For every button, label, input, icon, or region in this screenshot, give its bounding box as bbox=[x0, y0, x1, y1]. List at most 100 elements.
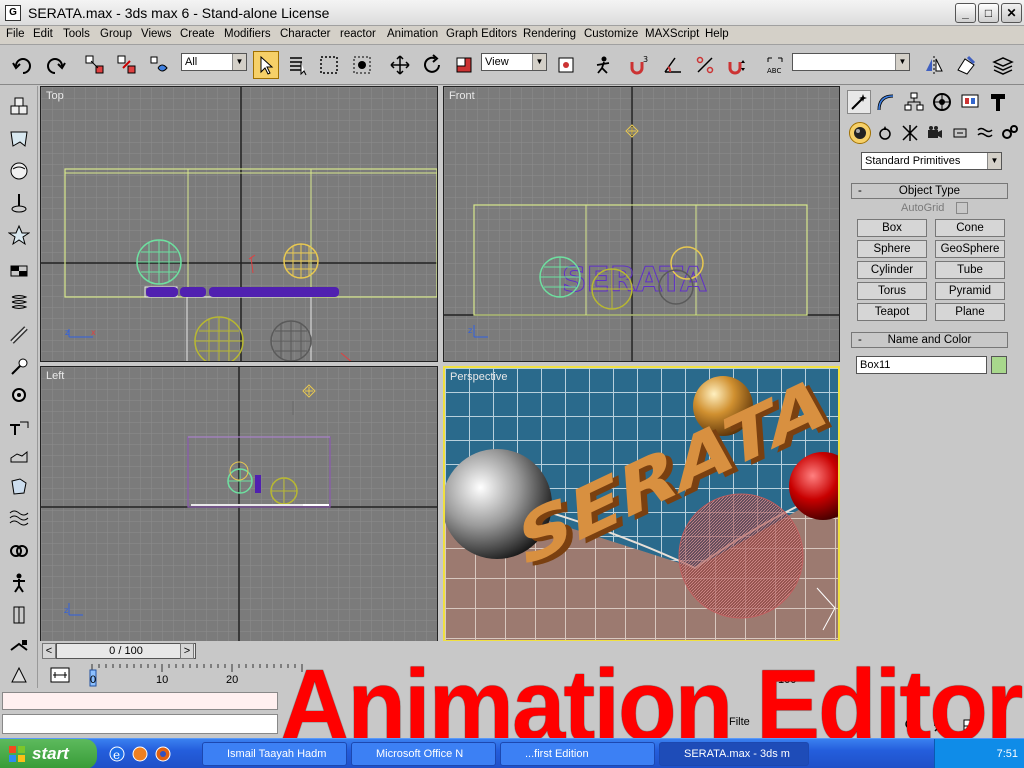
tube-button[interactable]: Tube bbox=[935, 261, 1005, 279]
tab-space-warps[interactable] bbox=[974, 122, 996, 144]
cloth-collection-button[interactable] bbox=[6, 126, 32, 152]
object-color-swatch[interactable] bbox=[991, 356, 1007, 374]
viewport-left[interactable]: z Left bbox=[40, 366, 438, 642]
viewport-front[interactable]: SERATA z Front bbox=[443, 86, 840, 362]
water-button[interactable] bbox=[6, 474, 32, 500]
minimize-button[interactable]: _ bbox=[955, 3, 976, 23]
torus-button[interactable]: Torus bbox=[857, 282, 927, 300]
select-manipulate-button[interactable] bbox=[590, 51, 616, 79]
maximize-button[interactable]: □ bbox=[978, 3, 999, 23]
hinge-button[interactable] bbox=[6, 570, 32, 596]
percent-snap-button[interactable] bbox=[692, 51, 718, 79]
tab-systems[interactable] bbox=[999, 122, 1021, 144]
plane-button[interactable]: Plane bbox=[935, 303, 1005, 321]
time-slider[interactable]: 0 / 100 bbox=[56, 643, 196, 659]
box-button[interactable]: Box bbox=[857, 219, 927, 237]
deforming-mesh-button[interactable] bbox=[6, 222, 32, 248]
menu-customize[interactable]: Customize bbox=[584, 28, 638, 40]
bind-space-warp-button[interactable] bbox=[146, 51, 172, 79]
edit-named-selection-button[interactable]: ABC bbox=[762, 51, 788, 79]
tab-helpers[interactable] bbox=[949, 122, 971, 144]
viewport-top[interactable]: z x Top bbox=[40, 86, 438, 362]
snaps-toggle-button[interactable]: 3 bbox=[626, 51, 652, 79]
spinner-snap-button[interactable] bbox=[724, 51, 750, 79]
tab-shapes[interactable] bbox=[874, 122, 896, 144]
plane-button[interactable] bbox=[6, 258, 32, 284]
object-type-rollout[interactable]: - Object Type bbox=[851, 183, 1008, 199]
window-crossing-button[interactable] bbox=[349, 51, 375, 79]
tab-utilities[interactable] bbox=[986, 90, 1010, 114]
object-name-field[interactable]: Box11 bbox=[856, 356, 987, 374]
undo-button[interactable] bbox=[10, 51, 36, 79]
ragdoll-button[interactable] bbox=[6, 538, 32, 564]
menu-views[interactable]: Views bbox=[141, 28, 171, 40]
constraint-solver-button[interactable] bbox=[6, 504, 32, 530]
soft-body-collection-button[interactable] bbox=[6, 158, 32, 184]
menu-tools[interactable]: Tools bbox=[63, 28, 90, 40]
sphere-button[interactable]: Sphere bbox=[857, 240, 927, 258]
selection-filter-dropdown[interactable]: All ▼ bbox=[181, 53, 247, 71]
pivot-point-button[interactable] bbox=[553, 51, 579, 79]
select-object-button[interactable] bbox=[253, 51, 279, 79]
reference-coordinate-dropdown[interactable]: View ▼ bbox=[481, 53, 547, 71]
viewport-perspective[interactable]: SERATA SERATA Perspective bbox=[443, 366, 840, 642]
unlink-button[interactable] bbox=[114, 51, 140, 79]
tab-create[interactable] bbox=[847, 90, 871, 114]
geosphere-button[interactable]: GeoSphere bbox=[935, 240, 1005, 258]
name-and-color-rollout[interactable]: - Name and Color bbox=[851, 332, 1008, 348]
maxscript-listener-mini[interactable] bbox=[2, 692, 278, 710]
redo-button[interactable] bbox=[42, 51, 68, 79]
curve-editor-icon[interactable] bbox=[50, 666, 70, 684]
menu-help[interactable]: Help bbox=[705, 28, 729, 40]
time-prev-button[interactable]: < bbox=[42, 643, 56, 659]
spring-button[interactable] bbox=[6, 290, 32, 316]
internet-explorer-icon[interactable]: e bbox=[108, 745, 126, 763]
cone-button[interactable]: Cone bbox=[935, 219, 1005, 237]
viewport-label-left[interactable]: Left bbox=[46, 370, 64, 382]
menu-maxscript[interactable]: MAXScript bbox=[645, 28, 699, 40]
select-by-name-button[interactable] bbox=[285, 51, 311, 79]
move-button[interactable] bbox=[387, 51, 413, 79]
scale-button[interactable] bbox=[451, 51, 477, 79]
tab-motion[interactable] bbox=[930, 90, 954, 114]
tab-lights[interactable] bbox=[899, 122, 921, 144]
viewport-label-top[interactable]: Top bbox=[46, 90, 64, 102]
named-selection-dropdown[interactable]: ▼ bbox=[792, 53, 910, 71]
rectangular-selection-button[interactable] bbox=[316, 51, 342, 79]
close-button[interactable]: ✕ bbox=[1001, 3, 1022, 23]
car-wheel-button[interactable] bbox=[6, 662, 32, 688]
tab-cameras[interactable] bbox=[924, 122, 946, 144]
taskbar-item-4[interactable]: SERATA.max - 3ds m bbox=[659, 742, 809, 766]
menu-create[interactable]: Create bbox=[180, 28, 215, 40]
dashpot-button[interactable] bbox=[6, 322, 32, 348]
menu-file[interactable]: File bbox=[6, 28, 25, 40]
layer-manager-button[interactable] bbox=[990, 51, 1016, 79]
menu-graph-editors[interactable]: Graph Editors bbox=[446, 28, 517, 40]
menu-animation[interactable]: Animation bbox=[387, 28, 438, 40]
taskbar-item-1[interactable]: Ismail Taayah Hadm bbox=[202, 742, 347, 766]
start-button[interactable]: start bbox=[0, 739, 97, 768]
menu-rendering[interactable]: Rendering bbox=[523, 28, 576, 40]
viewport-label-front[interactable]: Front bbox=[449, 90, 475, 102]
menu-edit[interactable]: Edit bbox=[33, 28, 53, 40]
tab-hierarchy[interactable] bbox=[902, 90, 926, 114]
rigid-body-collection-button[interactable] bbox=[6, 94, 32, 120]
point-to-point-button[interactable] bbox=[6, 602, 32, 628]
mirror-button[interactable] bbox=[921, 51, 947, 79]
menu-group[interactable]: Group bbox=[100, 28, 132, 40]
prismatic-button[interactable] bbox=[6, 634, 32, 660]
rotate-button[interactable] bbox=[419, 51, 445, 79]
taskbar-item-2[interactable]: Microsoft Office N bbox=[351, 742, 496, 766]
rope-collection-button[interactable] bbox=[6, 190, 32, 216]
firefox-icon[interactable] bbox=[154, 745, 172, 763]
align-button[interactable] bbox=[953, 51, 979, 79]
tab-modify[interactable] bbox=[874, 90, 898, 114]
app-icon[interactable]: G bbox=[5, 5, 21, 21]
autogrid-checkbox[interactable] bbox=[956, 202, 968, 214]
angle-snap-button[interactable] bbox=[660, 51, 686, 79]
fracture-button[interactable] bbox=[6, 444, 32, 470]
wind-button[interactable] bbox=[6, 382, 32, 408]
cylinder-button[interactable]: Cylinder bbox=[857, 261, 927, 279]
pyramid-button[interactable]: Pyramid bbox=[935, 282, 1005, 300]
teapot-button[interactable]: Teapot bbox=[857, 303, 927, 321]
